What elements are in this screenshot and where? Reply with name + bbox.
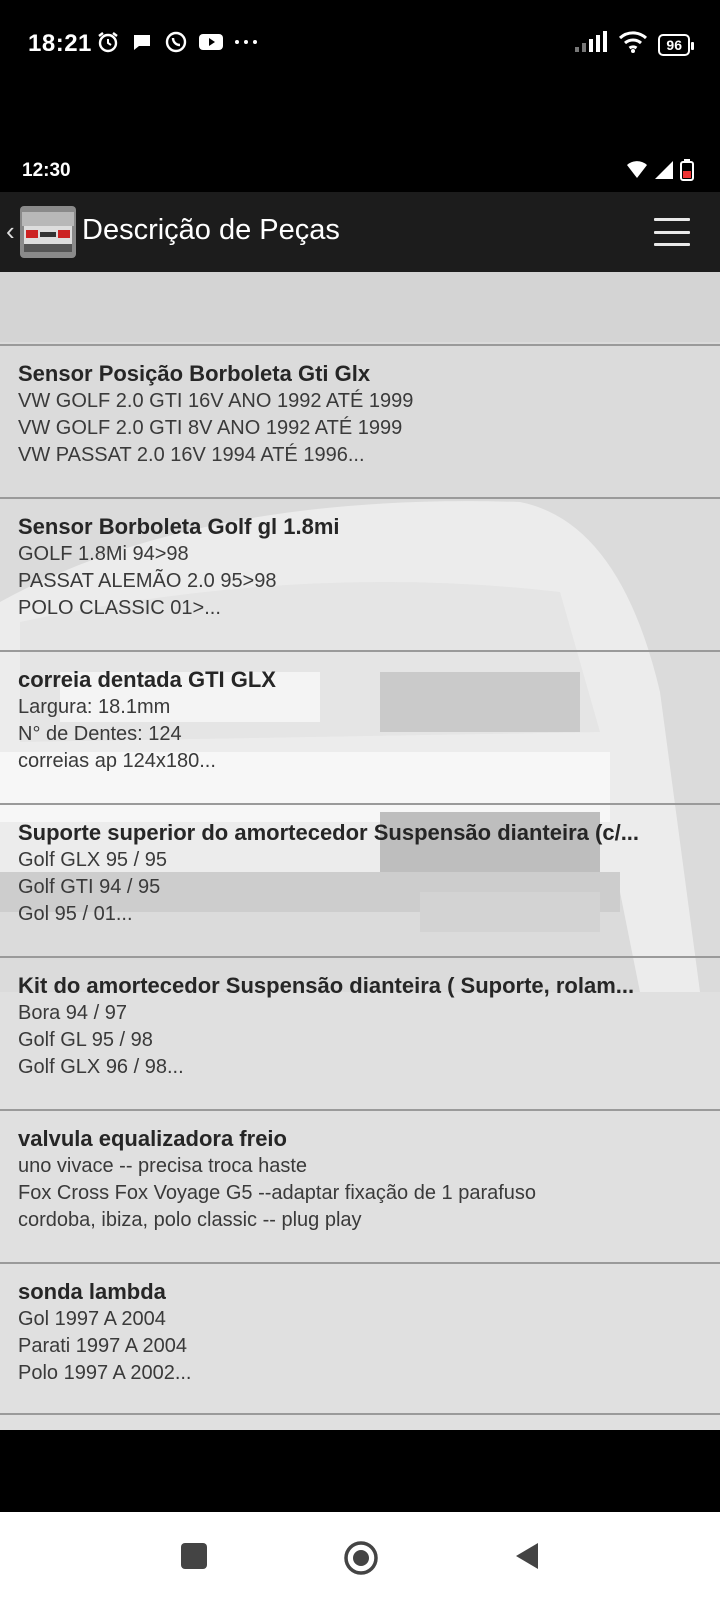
signal-icon — [574, 31, 608, 58]
item-line: Parati 1997 A 2004 — [18, 1335, 188, 1357]
item-line: Golf GLX 96 / 98... — [18, 1056, 184, 1078]
parts-list-container: Sensor Posição Borboleta Gti Glx VW GOLF… — [0, 272, 720, 1430]
item-line: PASSAT ALEMÃO 2.0 95>98 — [18, 570, 277, 592]
item-line: cordoba, ibiza, polo classic -- plug pla… — [18, 1209, 362, 1231]
item-line: Polo 1997 A 2002... — [18, 1362, 192, 1384]
signal-icon — [654, 160, 674, 185]
bottom-spacer — [0, 1430, 720, 1512]
item-line: VW PASSAT 2.0 16V 1994 ATÉ 1996... — [18, 444, 365, 466]
item-title: sonda lambda — [18, 1279, 166, 1304]
page-title: Descrição de Peças — [82, 214, 340, 246]
item-title: valvula equalizadora freio — [18, 1126, 287, 1151]
item-title: Sensor Borboleta Golf gl 1.8mi — [18, 514, 340, 539]
home-button[interactable] — [343, 1540, 378, 1575]
battery-icon: 96 — [658, 33, 694, 56]
item-line: correias ap 124x180... — [18, 750, 216, 772]
item-line: Golf GTI 94 / 95 — [18, 876, 161, 898]
navigation-bar — [0, 1512, 720, 1600]
item-line: Fox Cross Fox Voyage G5 --adaptar fixaçã… — [18, 1182, 537, 1204]
list-item[interactable]: Suporte superior do amortecedor Suspensã… — [0, 803, 720, 956]
notification-icons — [96, 30, 257, 54]
item-line: VW GOLF 2.0 GTI 8V ANO 1992 ATÉ 1999 — [18, 417, 403, 439]
app-status-time: 12:30 — [22, 160, 71, 181]
item-line: Bora 94 / 97 — [18, 1002, 127, 1024]
square-icon — [181, 1543, 207, 1569]
item-line: Largura: 18.1mm — [18, 696, 171, 718]
item-line: Gol 1997 A 2004 — [18, 1308, 166, 1330]
parts-list: Sensor Posição Borboleta Gti Glx VW GOLF… — [0, 344, 720, 1415]
item-line: Golf GLX 95 / 95 — [18, 849, 167, 871]
youtube-icon — [198, 30, 223, 54]
item-line: uno vivace -- precisa troca haste — [18, 1155, 308, 1177]
list-item[interactable]: Sensor Borboleta Golf gl 1.8mi GOLF 1.8M… — [0, 497, 720, 650]
item-line: Gol 95 / 01... — [18, 903, 133, 925]
battery-low-icon — [680, 159, 694, 186]
item-title: correia dentada GTI GLX — [18, 667, 276, 692]
app-logo[interactable] — [20, 206, 76, 258]
item-line: POLO CLASSIC 01>... — [18, 597, 221, 619]
recents-button[interactable] — [178, 1540, 210, 1572]
item-title: Sensor Posição Borboleta Gti Glx — [18, 361, 371, 386]
list-item[interactable]: correia dentada GTI GLX Largura: 18.1mm … — [0, 650, 720, 803]
back-chevron-icon[interactable]: ‹ — [6, 216, 15, 247]
item-line: Golf GL 95 / 98 — [18, 1029, 153, 1051]
list-item[interactable]: Sensor Posição Borboleta Gti Glx VW GOLF… — [0, 344, 720, 497]
alarm-icon — [96, 30, 120, 54]
list-item[interactable]: valvula equalizadora freio uno vivace --… — [0, 1109, 720, 1262]
status-time: 18:21 — [28, 30, 92, 57]
app-status-icons — [626, 159, 694, 186]
item-line: VW GOLF 2.0 GTI 16V ANO 1992 ATÉ 1999 — [18, 390, 414, 412]
item-line: N° de Dentes: 124 — [18, 723, 182, 745]
item-title: Suporte superior do amortecedor Suspensã… — [18, 820, 640, 845]
item-line: GOLF 1.8Mi 94>98 — [18, 543, 189, 565]
back-triangle-icon — [516, 1543, 538, 1569]
wifi-icon — [626, 160, 648, 185]
list-item[interactable]: sonda lambda Gol 1997 A 2004 Parati 1997… — [0, 1262, 720, 1415]
battery-level: 96 — [666, 36, 682, 53]
wifi-icon — [618, 30, 648, 59]
app-status-bar: 12:30 — [0, 150, 720, 192]
device-status-bar: 18:21 96 — [0, 0, 720, 150]
app-bar: ‹ Descrição de Peças — [0, 192, 720, 272]
whatsapp-icon — [164, 30, 188, 54]
back-button[interactable] — [512, 1540, 544, 1572]
chat-bubble-icon — [130, 30, 154, 54]
item-title: Kit do amortecedor Suspensão dianteira (… — [18, 973, 635, 998]
hamburger-menu-icon[interactable] — [654, 218, 690, 246]
system-icons: 96 — [574, 30, 694, 59]
home-circle-icon — [344, 1541, 378, 1575]
list-item[interactable]: Kit do amortecedor Suspensão dianteira (… — [0, 956, 720, 1109]
more-dots-icon — [232, 30, 257, 54]
